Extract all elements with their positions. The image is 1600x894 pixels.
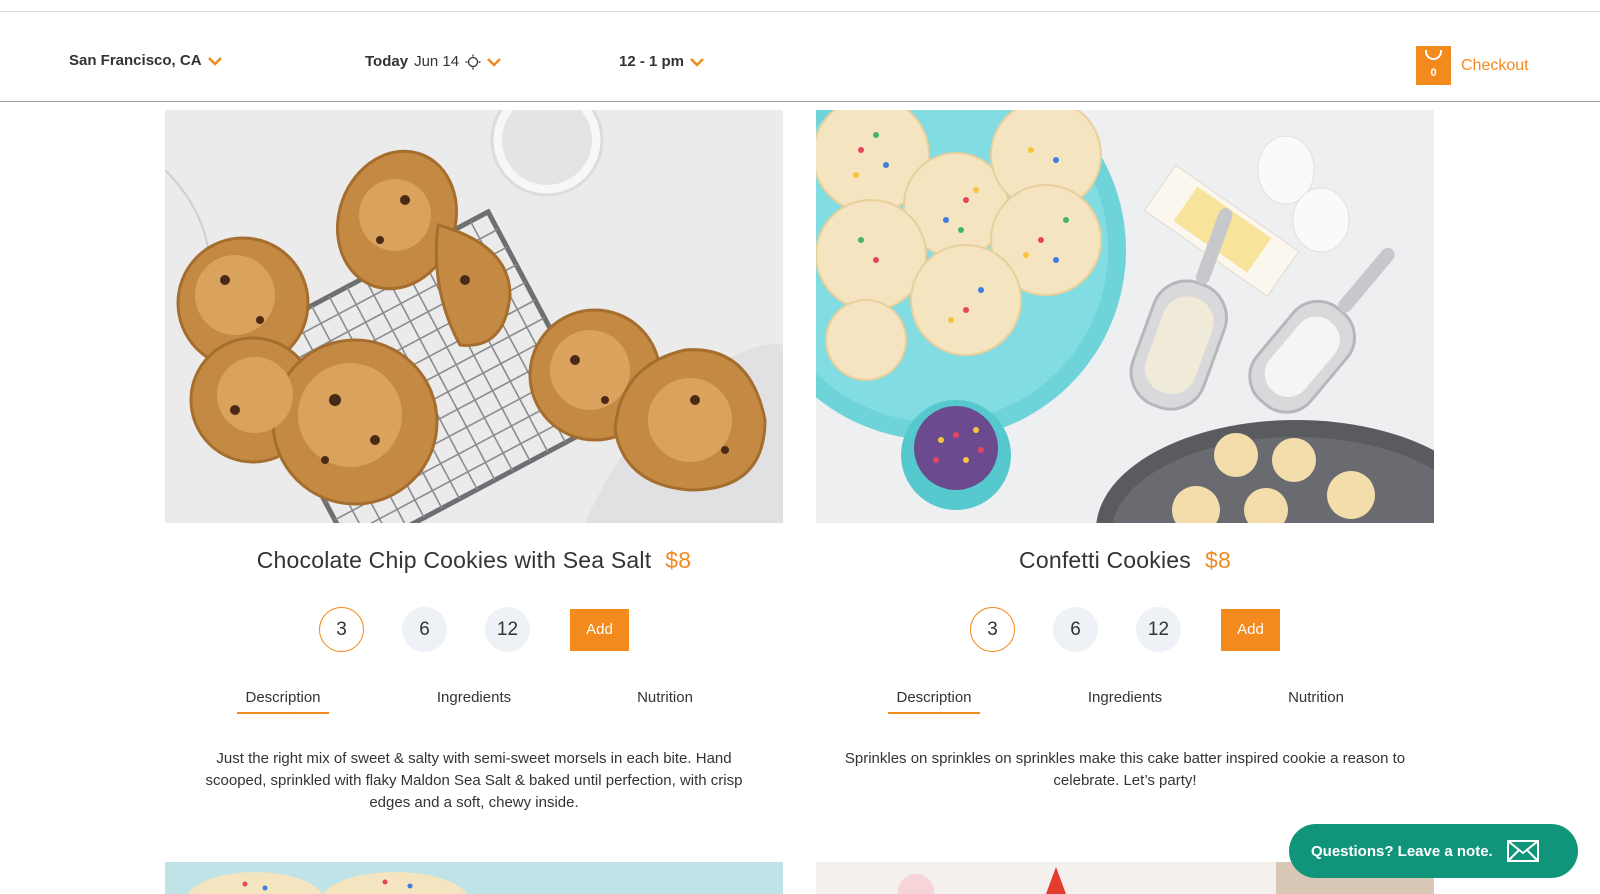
product-photo-confetti	[816, 110, 1434, 523]
checkout-button[interactable]: 0 Checkout	[1416, 46, 1529, 85]
checkout-label: Checkout	[1461, 56, 1529, 74]
time-slot-label: 12 - 1 pm	[619, 53, 685, 70]
quantity-option-6[interactable]: 6	[1053, 607, 1098, 652]
product-description: Sprinkles on sprinkles on sprinkles make…	[844, 750, 1406, 789]
tab-ingredients[interactable]: Ingredients	[379, 689, 570, 720]
quantity-option-3[interactable]: 3	[970, 607, 1015, 652]
date-day-label: Today	[365, 53, 409, 70]
quantity-option-12[interactable]: 12	[1136, 607, 1181, 652]
quantity-selector: 3 6 12 Add	[165, 607, 783, 652]
tab-label: Description	[237, 689, 329, 714]
quantity-option-12[interactable]: 12	[485, 607, 530, 652]
tab-description[interactable]: Description	[839, 689, 1030, 720]
tab-ingredients[interactable]: Ingredients	[1030, 689, 1221, 720]
product-description: Just the right mix of sweet & salty with…	[205, 750, 743, 811]
tab-label: Ingredients	[436, 689, 512, 706]
chevron-down-icon	[487, 57, 501, 67]
header-bar: San Francisco, CA Today Jun 14 12 - 1 pm…	[0, 12, 1600, 102]
time-selector[interactable]: 12 - 1 pm	[619, 53, 704, 70]
date-value-label: Jun 14	[414, 53, 460, 70]
quantity-option-6[interactable]: 6	[402, 607, 447, 652]
add-to-cart-button[interactable]: Add	[570, 608, 629, 651]
product-title: Confetti Cookies	[1019, 547, 1191, 573]
product-info-tabs: Description Ingredients Nutrition	[165, 689, 783, 720]
product-title-row: Chocolate Chip Cookies with Sea Salt $8	[165, 547, 783, 574]
tab-label: Description	[888, 689, 980, 714]
add-to-cart-button[interactable]: Add	[1221, 608, 1280, 651]
product-info-tabs: Description Ingredients Nutrition	[816, 689, 1434, 720]
location-selector[interactable]: San Francisco, CA	[69, 52, 222, 69]
quantity-option-3[interactable]: 3	[319, 607, 364, 652]
tab-label: Nutrition	[637, 689, 693, 706]
product-price: $8	[665, 547, 692, 573]
chevron-down-icon	[690, 57, 704, 67]
leave-note-label: Questions? Leave a note.	[1311, 842, 1493, 860]
tab-description[interactable]: Description	[188, 689, 379, 720]
tab-nutrition[interactable]: Nutrition	[570, 689, 761, 720]
shopping-bag-icon: 0	[1416, 46, 1451, 85]
leave-note-button[interactable]: Questions? Leave a note.	[1289, 824, 1578, 878]
location-label: San Francisco, CA	[69, 52, 202, 69]
product-photo-next-left	[165, 862, 783, 894]
tab-nutrition[interactable]: Nutrition	[1221, 689, 1412, 720]
cart-count: 0	[1430, 67, 1437, 79]
product-title: Chocolate Chip Cookies with Sea Salt	[256, 547, 652, 573]
product-price: $8	[1204, 547, 1231, 573]
product-card: Confetti Cookies $8 3 6 12 Add Descriptio…	[816, 110, 1434, 792]
tab-label: Nutrition	[1288, 689, 1344, 706]
quantity-selector: 3 6 12 Add	[816, 607, 1434, 652]
product-card: Chocolate Chip Cookies with Sea Salt $8 3…	[165, 110, 783, 814]
sun-icon	[465, 54, 481, 69]
date-selector[interactable]: Today Jun 14	[365, 53, 501, 70]
chevron-down-icon	[207, 56, 222, 66]
tab-label: Ingredients	[1087, 689, 1163, 706]
product-title-row: Confetti Cookies $8	[816, 547, 1434, 574]
envelope-icon	[1506, 840, 1539, 862]
product-photo-chocolate-chip	[165, 110, 783, 523]
